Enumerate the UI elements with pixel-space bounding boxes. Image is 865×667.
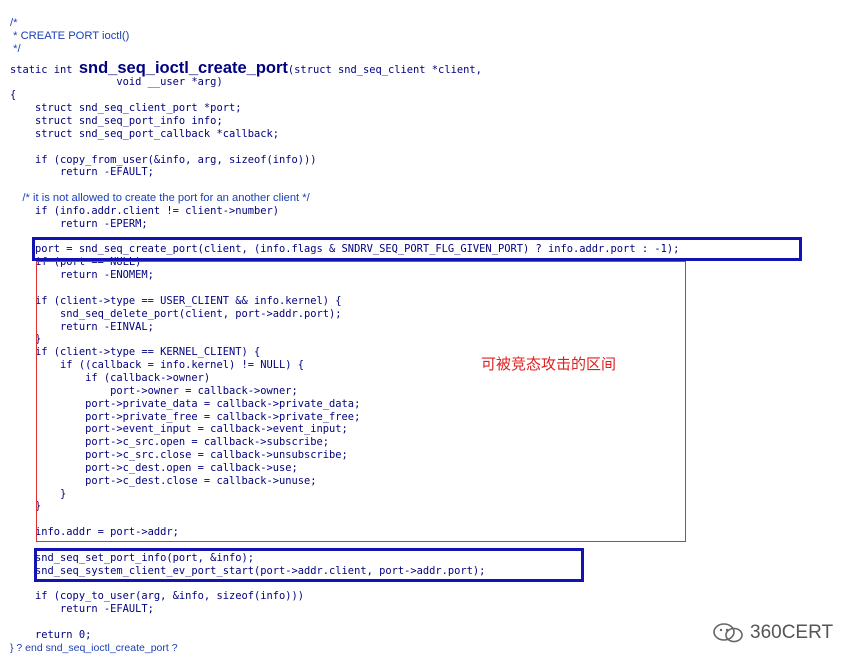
- code-line: {: [10, 89, 17, 102]
- code-line: if (copy_from_user(&info, arg, sizeof(in…: [10, 153, 317, 166]
- code-line: return -EPERM;: [10, 217, 148, 230]
- function-name: snd_seq_ioctl_create_port: [78, 59, 288, 77]
- code-line: struct snd_seq_port_callback *callback;: [10, 127, 279, 140]
- code-line: return 0;: [10, 628, 92, 641]
- code-line: if (info.addr.client != client->number): [10, 204, 279, 217]
- watermark-text: 360CERT: [750, 622, 834, 643]
- code-line: if (copy_to_user(arg, &info, sizeof(info…: [10, 590, 305, 603]
- code-line: /* it is not allowed to create the port …: [10, 192, 310, 205]
- race-window-box: [36, 261, 686, 542]
- code-line: struct snd_seq_client_port *port;: [10, 102, 242, 115]
- code-line: */: [10, 42, 21, 55]
- code-line: } ? end snd_seq_ioctl_create_port ?: [10, 641, 178, 654]
- create-port-highlight-box: [32, 237, 802, 261]
- code-line: /*: [10, 17, 18, 29]
- wechat-icon: [713, 623, 743, 643]
- code-line: void __user *arg): [10, 76, 223, 89]
- signature-prefix: static int: [10, 64, 79, 76]
- function-signature: static int snd_seq_ioctl_create_port(str…: [10, 59, 482, 77]
- signature-params: (struct snd_seq_client *client,: [287, 64, 482, 76]
- code-line: * CREATE PORT ioctl(): [10, 29, 130, 42]
- code-line: return -EFAULT;: [10, 166, 154, 179]
- code-line: return -EFAULT;: [10, 603, 154, 616]
- code-line: struct snd_seq_port_info info;: [10, 114, 223, 127]
- race-window-annotation: 可被竞态攻击的区间: [481, 355, 617, 373]
- set-port-info-highlight-box: [34, 548, 584, 582]
